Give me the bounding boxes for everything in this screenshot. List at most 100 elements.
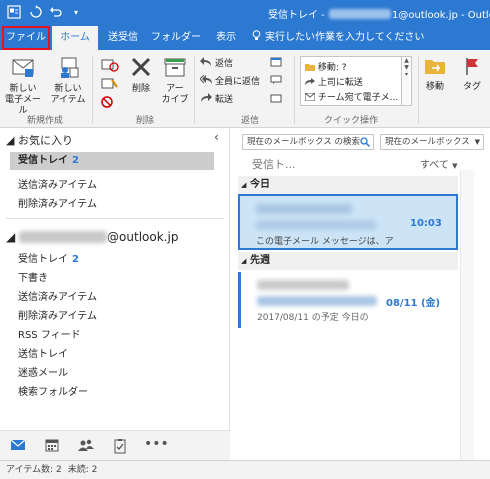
status-bar: アイテム数: 2 未読: 2: [0, 460, 490, 479]
group-label-delete: 削除: [135, 116, 154, 126]
undo-icon[interactable]: [48, 5, 64, 21]
chevron-down-icon: ▼: [452, 162, 458, 170]
forward-button[interactable]: 転送: [200, 93, 233, 107]
favorite-inbox-label: 受信トレイ: [18, 155, 68, 166]
folder-outbox[interactable]: 送信トレイ: [18, 345, 68, 360]
reply-button[interactable]: 返信: [200, 57, 233, 71]
quick-steps-scroll[interactable]: ▲ ▼ ▾: [402, 56, 412, 106]
lightbulb-icon: [252, 26, 261, 50]
folder-pane: ◢ お気に入り ‹ 受信トレイ 2 送信済みアイテム 削除済みアイテム ◢ @ou…: [0, 128, 230, 430]
new-items-icon: [48, 56, 88, 82]
reply-all-icon: [199, 74, 212, 85]
search-scope-label: 現在のメールボックス: [385, 137, 470, 147]
move-folder-icon: [420, 56, 450, 80]
collapse-pane-chevron-icon[interactable]: ‹: [214, 130, 219, 144]
more-button[interactable]: [270, 93, 285, 107]
redacted-sender: [257, 280, 349, 290]
folder-drafts[interactable]: 下書き: [18, 269, 48, 284]
mail-icon[interactable]: [10, 438, 26, 454]
current-folder-label: 受信ト...: [252, 158, 296, 171]
qat-dropdown-icon[interactable]: ▾: [68, 5, 84, 21]
tab-view[interactable]: 表示: [208, 26, 244, 50]
tab-send-receive[interactable]: 送受信: [100, 26, 146, 50]
group-header-last-week[interactable]: ◢ 先週: [238, 252, 458, 270]
move-button[interactable]: 移動: [420, 56, 450, 93]
more-icon: [270, 93, 282, 103]
cleanup-button[interactable]: [98, 77, 122, 97]
favorites-header[interactable]: ◢ お気に入り: [6, 132, 73, 148]
folder-separator: [6, 218, 224, 219]
delete-button[interactable]: 削除: [126, 56, 156, 95]
window-title: 受信トレイ - 1@outlook.jp - Outlook: [268, 6, 490, 21]
group-separator: [92, 56, 93, 124]
ignore-icon: [98, 58, 122, 76]
junk-icon: [98, 96, 122, 112]
archive-icon: [160, 56, 190, 82]
folder-search-folders[interactable]: 検索フォルダー: [18, 383, 88, 398]
folder-inbox[interactable]: 受信トレイ 2: [18, 250, 79, 265]
filter-all-dropdown[interactable]: すべて ▼: [420, 156, 457, 171]
search-scope-dropdown[interactable]: 現在のメールボックス ▼: [380, 134, 484, 150]
message-date: 08/11 (金): [386, 298, 441, 309]
folder-sent-items[interactable]: 送信済みアイテム: [18, 288, 97, 303]
redacted-subject: [256, 220, 376, 230]
tab-folder[interactable]: フォルダー: [150, 26, 202, 50]
search-input[interactable]: 現在のメールボックス の検索: [242, 134, 374, 150]
send-receive-icon[interactable]: [28, 5, 44, 21]
more-respond-button[interactable]: [270, 57, 285, 71]
account-header[interactable]: ◢ @outlook.jp: [6, 230, 178, 244]
favorite-sent-items[interactable]: 送信済みアイテム: [18, 176, 97, 191]
tasks-icon[interactable]: [112, 438, 128, 454]
archive-button[interactable]: アー カイブ: [160, 56, 190, 106]
outlook-app-icon[interactable]: [6, 5, 22, 21]
favorite-inbox[interactable]: 受信トレイ 2: [10, 152, 214, 170]
message-item[interactable]: 08/11 (金) 2017/08/11 の予定 今日の: [238, 272, 458, 328]
move-label: 移動: [425, 82, 444, 92]
meeting-icon: [270, 57, 282, 67]
delete-x-icon: [126, 56, 156, 82]
chat-icon: [270, 75, 282, 85]
reply-all-button[interactable]: 全員に返信: [199, 74, 260, 89]
junk-button[interactable]: [98, 96, 122, 114]
folder-rss-feeds[interactable]: RSS フィード: [18, 326, 81, 341]
title-bar: ▾ 受信トレイ - 1@outlook.jp - Outlook: [0, 0, 490, 26]
tab-file[interactable]: ファイル: [2, 26, 50, 50]
calendar-icon[interactable]: [44, 438, 60, 454]
reply-icon: [200, 57, 212, 67]
tab-home[interactable]: ホーム: [52, 26, 98, 50]
message-item[interactable]: 10:03 この電子メール メッセージは、ア: [238, 194, 458, 250]
tags-button[interactable]: タグ: [458, 56, 486, 93]
quick-step-move[interactable]: 移動: ?: [305, 60, 347, 73]
navigation-bar: •••: [0, 430, 230, 460]
ignore-button[interactable]: [98, 58, 122, 78]
window-title-prefix: 受信トレイ -: [268, 10, 328, 21]
message-time: 10:03: [410, 218, 442, 229]
group-separator: [418, 56, 419, 124]
im-button[interactable]: [270, 75, 285, 89]
group-label-quick-steps: クイック操作: [323, 116, 378, 126]
new-email-button[interactable]: 新しい 電子メール: [2, 56, 44, 117]
group-header-today[interactable]: ◢ 今日: [238, 176, 458, 194]
tell-me-box[interactable]: 実行したい作業を入力してください: [252, 26, 424, 50]
favorites-header-label: お気に入り: [17, 134, 73, 147]
folder-junk[interactable]: 迷惑メール: [18, 364, 68, 379]
folder-inbox-label: 受信トレイ: [18, 254, 68, 265]
favorite-deleted-items[interactable]: 削除済みアイテム: [18, 195, 97, 210]
quick-step-to-manager[interactable]: 上司に転送: [305, 75, 363, 88]
search-icon[interactable]: [360, 137, 371, 148]
collapse-arrow-icon: ◢: [241, 257, 247, 265]
filter-all-label: すべて: [420, 160, 449, 171]
new-items-button[interactable]: 新しい アイテム: [48, 56, 88, 106]
folder-deleted-items[interactable]: 削除済みアイテム: [18, 307, 97, 322]
quick-step-team-email-label: チーム宛て電子メ...: [317, 93, 399, 103]
new-email-icon: [2, 56, 44, 82]
more-dots-icon[interactable]: •••: [144, 437, 169, 454]
forward-icon: [200, 93, 212, 103]
quick-steps-gallery[interactable]: 移動: ? 上司に転送 チーム宛て電子メ...: [300, 56, 402, 106]
people-icon[interactable]: [78, 438, 94, 454]
message-list-scrollbar[interactable]: [460, 170, 474, 460]
quick-step-team-email[interactable]: チーム宛て電子メ...: [304, 90, 399, 103]
group-separator: [194, 56, 195, 124]
flag-icon: [458, 56, 486, 80]
unread-count: 2: [72, 254, 79, 265]
